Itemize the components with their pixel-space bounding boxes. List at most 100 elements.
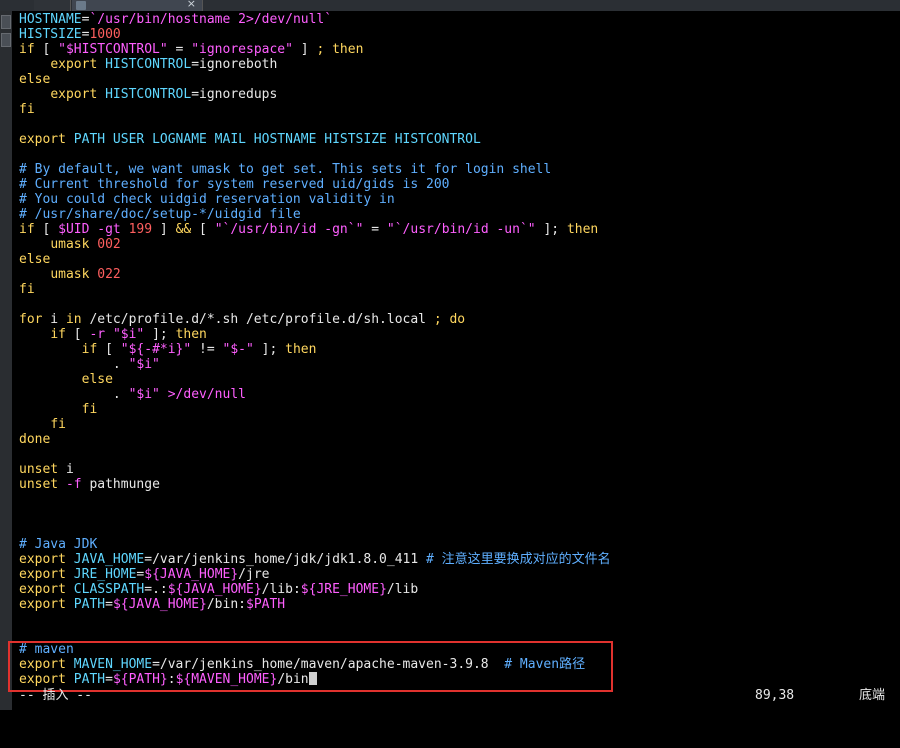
code-line[interactable] — [19, 612, 899, 627]
code-line[interactable]: done — [19, 432, 899, 447]
code-line[interactable]: if [ "$HISTCONTROL" = "ignorespace" ] ; … — [19, 42, 899, 57]
code-line[interactable] — [19, 447, 899, 462]
code-token: else — [81, 372, 113, 387]
code-line[interactable]: fi — [19, 102, 899, 117]
code-line[interactable] — [19, 507, 899, 522]
code-token: fi — [81, 402, 98, 417]
code-token: [ — [191, 222, 215, 237]
code-token: [ — [34, 42, 59, 57]
code-token: ${JAVA_HOME} — [144, 567, 239, 582]
code-line[interactable]: export HISTCONTROL=ignoredups — [19, 87, 899, 102]
code-line[interactable]: HISTSIZE=1000 — [19, 27, 899, 42]
code-line[interactable]: export PATH USER LOGNAME MAIL HOSTNAME H… — [19, 132, 899, 147]
code-line[interactable]: else — [19, 72, 899, 87]
code-token: ; then — [316, 42, 364, 57]
window-tab-bar: × — [0, 0, 900, 11]
terminal-icon — [76, 1, 86, 10]
code-token: /bin: — [206, 597, 246, 612]
code-token: fi — [19, 282, 35, 297]
code-token: [ — [65, 327, 90, 342]
code-token: `/usr/bin/hostname 2>/dev/null` — [89, 12, 333, 27]
code-token: "$HISTCONTROL" — [58, 42, 168, 57]
code-line[interactable]: # maven — [19, 642, 899, 657]
code-line[interactable]: else — [19, 372, 899, 387]
code-line[interactable]: unset i — [19, 462, 899, 477]
close-icon[interactable]: × — [187, 0, 196, 10]
code-token: "${-#*i}" — [120, 342, 192, 357]
code-token: /jre — [238, 567, 270, 582]
code-token: =ignoreboth — [191, 57, 278, 72]
code-line[interactable]: . "$i" — [19, 357, 899, 372]
code-line[interactable]: # By default, we want umask to get set. … — [19, 162, 899, 177]
code-token: HISTCONTROL — [105, 87, 192, 102]
code-token: "`/usr/bin/id -un`" — [386, 222, 536, 237]
code-token: for — [19, 312, 43, 327]
code-line[interactable] — [19, 627, 899, 642]
code-token: HISTSIZE — [19, 27, 82, 42]
vim-editor-buffer[interactable]: HOSTNAME=`/usr/bin/hostname 2>/dev/null`… — [19, 12, 899, 687]
code-line[interactable]: # Java JDK — [19, 537, 899, 552]
code-line[interactable]: umask 022 — [19, 267, 899, 282]
code-token: . — [19, 387, 129, 402]
code-token: if — [81, 342, 98, 357]
code-line[interactable] — [19, 117, 899, 132]
code-token: else — [19, 252, 51, 267]
code-line[interactable] — [19, 492, 899, 507]
code-line[interactable]: umask 002 — [19, 237, 899, 252]
side-button-1[interactable] — [1, 15, 11, 29]
code-line[interactable]: export JAVA_HOME=/var/jenkins_home/jdk/j… — [19, 552, 899, 567]
code-line[interactable]: if [ $UID -gt 199 ] && [ "`/usr/bin/id -… — [19, 222, 899, 237]
code-line[interactable]: fi — [19, 417, 899, 432]
code-token: # Maven路径 — [504, 657, 586, 672]
code-line[interactable]: if [ -r "$i" ]; then — [19, 327, 899, 342]
code-line[interactable]: export PATH=${JAVA_HOME}/bin:$PATH — [19, 597, 899, 612]
code-line[interactable]: # Current threshold for system reserved … — [19, 177, 899, 192]
code-line[interactable]: if [ "${-#*i}" != "$-" ]; then — [19, 342, 899, 357]
code-token: MAVEN_HOME — [73, 657, 153, 672]
code-line[interactable] — [19, 522, 899, 537]
code-token: =.: — [144, 582, 168, 597]
code-line[interactable]: fi — [19, 402, 899, 417]
code-token: = — [105, 597, 113, 612]
code-token: umask — [50, 267, 90, 282]
code-token: >/dev/null — [167, 387, 246, 402]
code-line[interactable]: export JRE_HOME=${JAVA_HOME}/jre — [19, 567, 899, 582]
window-controls[interactable] — [874, 0, 896, 11]
tab-active[interactable]: × — [72, 0, 203, 11]
code-token: in — [65, 312, 82, 327]
code-line[interactable]: export MAVEN_HOME=/var/jenkins_home/mave… — [19, 657, 899, 672]
code-line[interactable]: fi — [19, 282, 899, 297]
code-token: "`/usr/bin/id -gn`" — [214, 222, 364, 237]
code-line[interactable] — [19, 297, 899, 312]
tab-previous[interactable] — [34, 0, 71, 11]
code-line[interactable]: unset -f pathmunge — [19, 477, 899, 492]
code-line[interactable]: # You could check uidgid reservation val… — [19, 192, 899, 207]
code-token: export — [19, 567, 66, 582]
code-line[interactable]: export CLASSPATH=.:${JAVA_HOME}/lib:${JR… — [19, 582, 899, 597]
code-line[interactable] — [19, 147, 899, 162]
side-button-2[interactable] — [1, 33, 11, 47]
code-token: fi — [19, 102, 35, 117]
vim-status-line: -- 插入 -- 89,38 底端 — [19, 688, 899, 703]
code-token: unset — [19, 462, 59, 477]
code-token: else — [19, 72, 51, 87]
code-token: . — [19, 357, 129, 372]
code-line[interactable]: . "$i" >/dev/null — [19, 387, 899, 402]
code-line[interactable]: # /usr/share/doc/setup-*/uidgid file — [19, 207, 899, 222]
code-token: i — [58, 462, 74, 477]
code-line[interactable]: for i in /etc/profile.d/*.sh /etc/profil… — [19, 312, 899, 327]
code-token: # Current threshold for system reserved … — [19, 177, 450, 192]
cursor-position: 89,38 — [755, 688, 795, 703]
code-line[interactable]: export PATH=${PATH}:${MAVEN_HOME}/bin — [19, 672, 899, 687]
code-line[interactable]: export HISTCONTROL=ignoreboth — [19, 57, 899, 72]
code-line[interactable]: HOSTNAME=`/usr/bin/hostname 2>/dev/null` — [19, 12, 899, 27]
code-token: export — [19, 132, 66, 147]
code-token: export — [50, 87, 98, 102]
code-token: done — [19, 432, 51, 447]
code-line[interactable]: else — [19, 252, 899, 267]
code-token: ; do — [433, 312, 466, 327]
